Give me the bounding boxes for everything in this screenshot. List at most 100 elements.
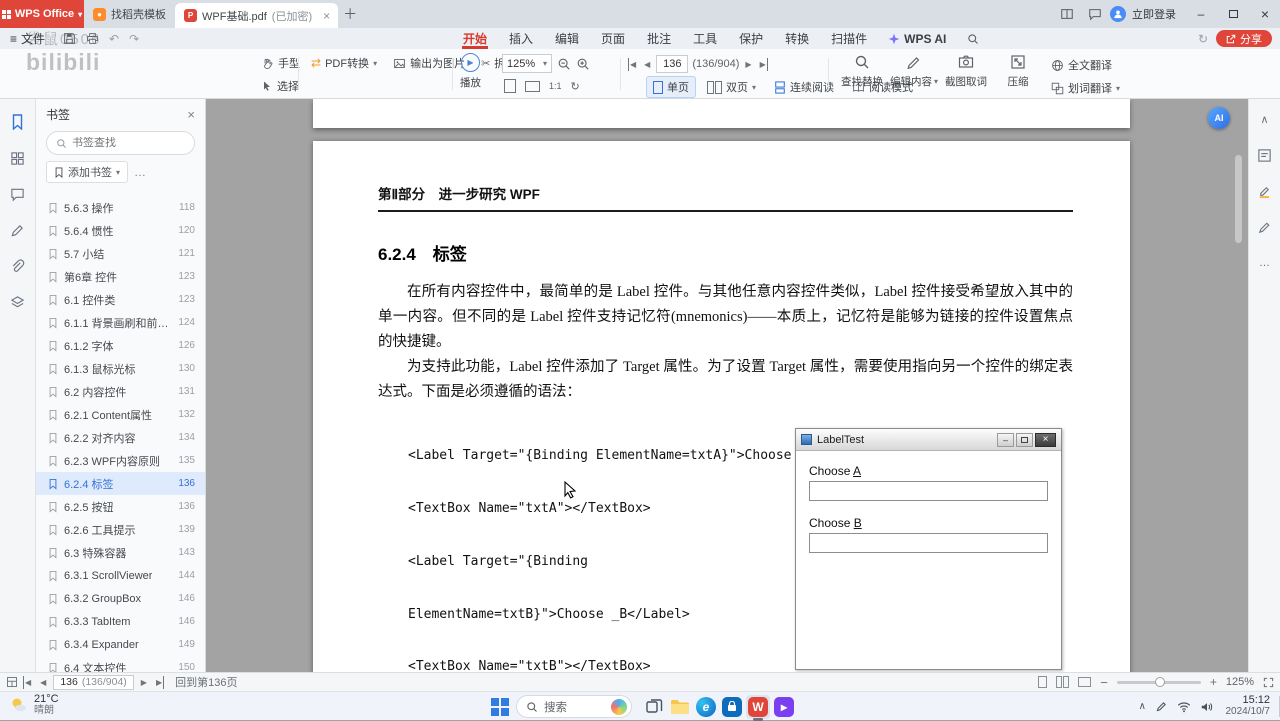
next-page-icon[interactable]: ▶ [743,58,753,71]
menu-wps-ai[interactable]: WPS AI [878,28,956,49]
double-page-button[interactable]: 双页 ▾ [700,76,763,98]
bookmark-item[interactable]: 6.3.1 ScrollViewer 144 [36,564,205,587]
close-window-button[interactable]: × [1250,0,1280,28]
bookmark-item[interactable]: 6.1 控件类 123 [36,288,205,311]
double-page-view-icon[interactable] [1056,676,1070,688]
collapse-strip-icon[interactable]: ∧ [1255,109,1275,129]
ink-pen-icon[interactable] [1155,700,1168,713]
menu-page[interactable]: 页面 [590,28,636,49]
taskbar-weather-widget[interactable]: 21°C 晴朗 [8,694,59,716]
menu-scan[interactable]: 扫描件 [820,28,878,49]
layers-panel-icon[interactable] [7,291,29,313]
last-page-icon[interactable]: ▶ [154,675,165,689]
prev-page-icon[interactable]: ◀ [38,676,48,689]
zoom-slider[interactable] [1116,676,1201,687]
actual-size-icon[interactable]: 1:1 [549,81,562,91]
bookmark-item[interactable]: 5.6.4 惯性 120 [36,219,205,242]
close-tab-icon[interactable]: × [321,9,332,23]
bookmark-item[interactable]: 6.2.6 工具提示 139 [36,518,205,541]
menu-insert[interactable]: 插入 [498,28,544,49]
wps-ai-floating-button[interactable]: AI [1208,107,1230,129]
zoom-out-icon[interactable] [557,57,571,71]
edge-browser-icon[interactable]: e [694,695,718,719]
find-replace-button[interactable]: 查找替换 [836,54,888,89]
attachments-panel-icon[interactable] [7,255,29,277]
compress-button[interactable]: 压缩 [992,54,1044,89]
fit-page-icon[interactable] [504,79,516,93]
status-page-indicator[interactable]: 136 (136/904) [53,674,134,690]
full-width-view-icon[interactable] [1078,677,1092,687]
bookmark-search-box[interactable] [46,131,195,155]
next-page-icon[interactable]: ▶ [139,676,149,689]
tab-document[interactable]: P WPF基础.pdf (已加密) × [175,3,339,28]
thumbnails-panel-icon[interactable] [7,147,29,169]
bookmark-item[interactable]: 6.3.4 Expander 149 [36,633,205,656]
menu-protect[interactable]: 保护 [728,28,774,49]
annotations-panel-icon[interactable] [7,219,29,241]
add-bookmark-button[interactable]: 添加书签 ▾ [46,161,129,183]
last-page-icon[interactable]: ▶ [758,57,768,71]
bookmark-item[interactable]: 第6章 控件 123 [36,265,205,288]
pages-overview-icon[interactable] [6,676,18,688]
capture-text-button[interactable]: 截图取词 [940,54,992,89]
comments-panel-icon[interactable] [7,183,29,205]
share-button[interactable]: 分享 [1216,30,1272,47]
hidden-icons-chevron[interactable]: ∧ [1139,701,1146,712]
bookmark-item[interactable]: 6.4 文本控件 150 [36,656,205,672]
microsoft-store-icon[interactable] [720,695,744,719]
maximize-button[interactable] [1218,0,1248,28]
bookmark-item[interactable]: 5.6.3 操作 118 [36,196,205,219]
zoom-select[interactable]: 125% ▾ [502,54,552,73]
bookmark-item[interactable]: 5.7 小结 121 [36,242,205,265]
menu-edit[interactable]: 编辑 [544,28,590,49]
zoom-in-icon[interactable] [576,57,590,71]
more-tools-icon[interactable]: … [1255,253,1275,273]
export-image-button[interactable]: 输出为图片 [388,53,470,73]
redo-icon[interactable]: ↷ [129,32,139,46]
wps-office-app-icon[interactable]: W [746,695,770,721]
bookmark-item[interactable]: 6.2.3 WPF内容原则 135 [36,449,205,472]
task-view-icon[interactable] [642,695,666,719]
wifi-icon[interactable] [1177,701,1191,713]
menu-convert[interactable]: 转换 [774,28,820,49]
file-explorer-icon[interactable] [668,695,692,719]
menu-home[interactable]: 开始 [452,28,498,49]
highlight-tool-icon[interactable] [1255,181,1275,201]
bookmark-more-icon[interactable]: … [134,165,146,179]
media-app-icon[interactable]: ▸ [772,695,796,719]
print-icon[interactable] [86,32,99,45]
prev-page-icon[interactable]: ◀ [642,58,652,71]
bookmark-item[interactable]: 6.2.4 标签 136 [36,472,205,495]
fit-width-icon[interactable] [525,80,540,92]
bookmark-item[interactable]: 6.2.2 对齐内容 134 [36,426,205,449]
back-to-page-link[interactable]: 回到第136页 [175,674,237,690]
single-page-button[interactable]: 单页 [646,76,696,98]
file-menu[interactable]: ≡ 文件 [0,28,55,49]
scrollbar-thumb[interactable] [1235,155,1242,243]
taskbar-clock[interactable]: 15:12 2024/10/7 [1226,694,1271,718]
bookmark-search-input[interactable] [72,137,172,149]
start-button[interactable] [489,696,511,718]
bookmark-item[interactable]: 6.3.2 GroupBox 146 [36,587,205,610]
menu-annotate[interactable]: 批注 [636,28,682,49]
play-icon[interactable]: ▶ [461,53,480,72]
message-icon[interactable] [1082,0,1108,28]
tab-docer-templates[interactable]: ● 找稻壳模板 [84,0,175,28]
menu-tools[interactable]: 工具 [682,28,728,49]
bookmark-item[interactable]: 6.2 内容控件 131 [36,380,205,403]
save-icon[interactable] [63,32,76,45]
avatar[interactable] [1110,6,1126,22]
undo-icon[interactable]: ↶ [109,32,119,46]
wps-office-menu-button[interactable]: WPS Office ▾ [0,0,84,28]
bookmark-item[interactable]: 6.1.3 鼠标光标 130 [36,357,205,380]
single-page-view-icon[interactable] [1038,676,1048,688]
volume-icon[interactable] [1200,701,1214,713]
word-translate-button[interactable]: 划词翻译 ▾ [1046,78,1125,98]
bookmark-panel-icon[interactable] [7,111,29,133]
pdf-convert-button[interactable]: ⇄ PDF转换 ▾ [306,53,382,73]
new-tab-button[interactable]: ＋ [338,0,362,28]
sync-icon[interactable]: ↻ [1198,32,1208,46]
zoom-in-button[interactable]: + [1210,675,1217,689]
bookmark-item[interactable]: 6.2.1 Content属性 132 [36,403,205,426]
document-area[interactable]: 第Ⅱ部分 进一步研究 WPF 6.2.4 标签 在所有内容控件中，最简单的是 L… [206,99,1248,672]
